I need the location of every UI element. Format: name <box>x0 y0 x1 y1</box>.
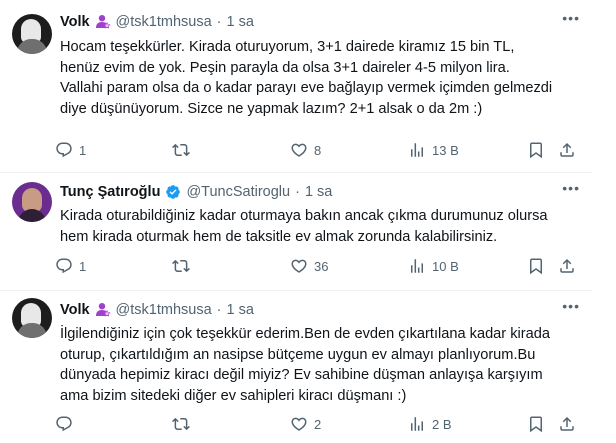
tweet-text-line: İlgilendiğiniz için çok teşekkür ederim.… <box>60 326 550 342</box>
separator: · <box>216 14 222 30</box>
heart-icon <box>290 257 308 275</box>
separator: · <box>295 184 300 200</box>
views-icon <box>408 415 426 433</box>
tweet-text-line: hem kirada oturmak hem de taksitle ev al… <box>60 228 498 245</box>
views-count: 10 B <box>432 258 459 274</box>
timestamp[interactable]: 1 sa <box>227 302 254 318</box>
author-name[interactable]: Volk <box>60 302 90 318</box>
reply-button[interactable] <box>55 415 79 433</box>
person-badge-icon <box>95 302 111 318</box>
views-icon <box>408 257 426 275</box>
retweet-icon <box>172 257 190 275</box>
tweet-text-line: diye düşünüyorum. Sizce ne yapmak lazım?… <box>60 100 483 117</box>
share-button[interactable] <box>558 141 576 159</box>
reply-icon <box>55 141 73 159</box>
bookmark-button[interactable] <box>527 141 545 159</box>
bookmark-button[interactable] <box>527 415 545 433</box>
avatar[interactable] <box>12 14 52 54</box>
tweet-text: Hocam teşekkürler. Kirada oturuyorum, 3+… <box>60 37 580 119</box>
tweet-text-line: oturup, çıkartıldığım an nasipse bütçeme… <box>60 346 536 363</box>
action-bar: 1 8 13 B <box>55 141 585 161</box>
views-button[interactable]: 10 B <box>408 257 459 275</box>
tweet[interactable]: Tunç Şatıroğlu @TuncSatiroglu · 1 sa •••… <box>0 172 592 290</box>
retweet-icon <box>172 141 190 159</box>
tweet-text-line: henüz evim de yok. Peşin parayla da olsa… <box>60 59 510 76</box>
tweet-text-line: dünyada hepimiz kiracı değil miyiz? Ev s… <box>60 367 543 383</box>
views-button[interactable]: 2 B <box>408 415 452 433</box>
like-button[interactable]: 8 <box>290 141 321 159</box>
action-bar: 2 2 B <box>55 415 585 435</box>
bookmark-button[interactable] <box>527 257 545 275</box>
timestamp[interactable]: 1 sa <box>227 14 254 30</box>
like-count: 2 <box>314 416 322 432</box>
tweet-text: Kirada oturabildiğiniz kadar oturmaya ba… <box>60 206 580 247</box>
tweet-text: İlgilendiğiniz için çok teşekkür ederim.… <box>60 324 580 406</box>
tweet-text-line: Hocam teşekkürler. Kirada oturuyorum, 3+… <box>60 39 515 55</box>
share-button[interactable] <box>558 415 576 433</box>
retweet-button[interactable] <box>172 257 196 275</box>
share-button[interactable] <box>558 257 576 275</box>
tweet-text-line: ama bizim sitedeki diğer ev sahipleri ki… <box>60 387 407 404</box>
share-icon <box>558 257 576 275</box>
tweet-header: Volk @tsk1tmhsusa · 1 sa <box>60 12 254 32</box>
share-icon <box>558 141 576 159</box>
heart-icon <box>290 141 308 159</box>
retweet-button[interactable] <box>172 415 196 433</box>
heart-icon <box>290 415 308 433</box>
like-count: 36 <box>314 258 329 274</box>
verified-badge-icon <box>165 184 181 200</box>
like-button[interactable]: 36 <box>290 257 328 275</box>
reply-button[interactable]: 1 <box>55 141 86 159</box>
tweet[interactable]: Volk @tsk1tmhsusa · 1 sa ••• İlgilendiği… <box>0 290 592 443</box>
separator: · <box>216 302 222 318</box>
views-count: 2 B <box>432 416 452 432</box>
tweet-header: Volk @tsk1tmhsusa · 1 sa <box>60 300 254 320</box>
person-badge-icon <box>95 14 111 30</box>
bookmark-icon <box>527 415 545 433</box>
views-button[interactable]: 13 B <box>408 141 459 159</box>
tweet-header: Tunç Şatıroğlu @TuncSatiroglu · 1 sa <box>60 182 332 202</box>
more-icon[interactable]: ••• <box>562 180 580 196</box>
tweet[interactable]: Volk @tsk1tmhsusa · 1 sa ••• Hocam teşek… <box>0 0 592 172</box>
bookmark-icon <box>527 141 545 159</box>
author-name[interactable]: Tunç Şatıroğlu <box>60 184 160 200</box>
author-name[interactable]: Volk <box>60 14 90 30</box>
like-count: 8 <box>314 142 322 158</box>
share-icon <box>558 415 576 433</box>
action-bar: 1 36 10 B <box>55 257 585 277</box>
reply-icon <box>55 415 73 433</box>
avatar[interactable] <box>12 182 52 222</box>
avatar[interactable] <box>12 298 52 338</box>
author-handle[interactable]: @tsk1tmhsusa <box>116 302 212 318</box>
timestamp[interactable]: 1 sa <box>305 184 332 200</box>
views-count: 13 B <box>432 142 459 158</box>
author-handle[interactable]: @TuncSatiroglu <box>186 184 290 200</box>
reply-count: 1 <box>79 142 87 158</box>
more-icon[interactable]: ••• <box>562 10 580 26</box>
bookmark-icon <box>527 257 545 275</box>
retweet-icon <box>172 415 190 433</box>
author-handle[interactable]: @tsk1tmhsusa <box>116 14 212 30</box>
views-icon <box>408 141 426 159</box>
reply-button[interactable]: 1 <box>55 257 86 275</box>
reply-count: 1 <box>79 258 87 274</box>
like-button[interactable]: 2 <box>290 415 321 433</box>
tweet-text-line: Vallahi param olsa da o kadar parayı eve… <box>60 80 553 96</box>
more-icon[interactable]: ••• <box>562 298 580 314</box>
retweet-button[interactable] <box>172 141 196 159</box>
reply-icon <box>55 257 73 275</box>
tweet-text-line: Kirada oturabildiğiniz kadar oturmaya ba… <box>60 208 548 224</box>
